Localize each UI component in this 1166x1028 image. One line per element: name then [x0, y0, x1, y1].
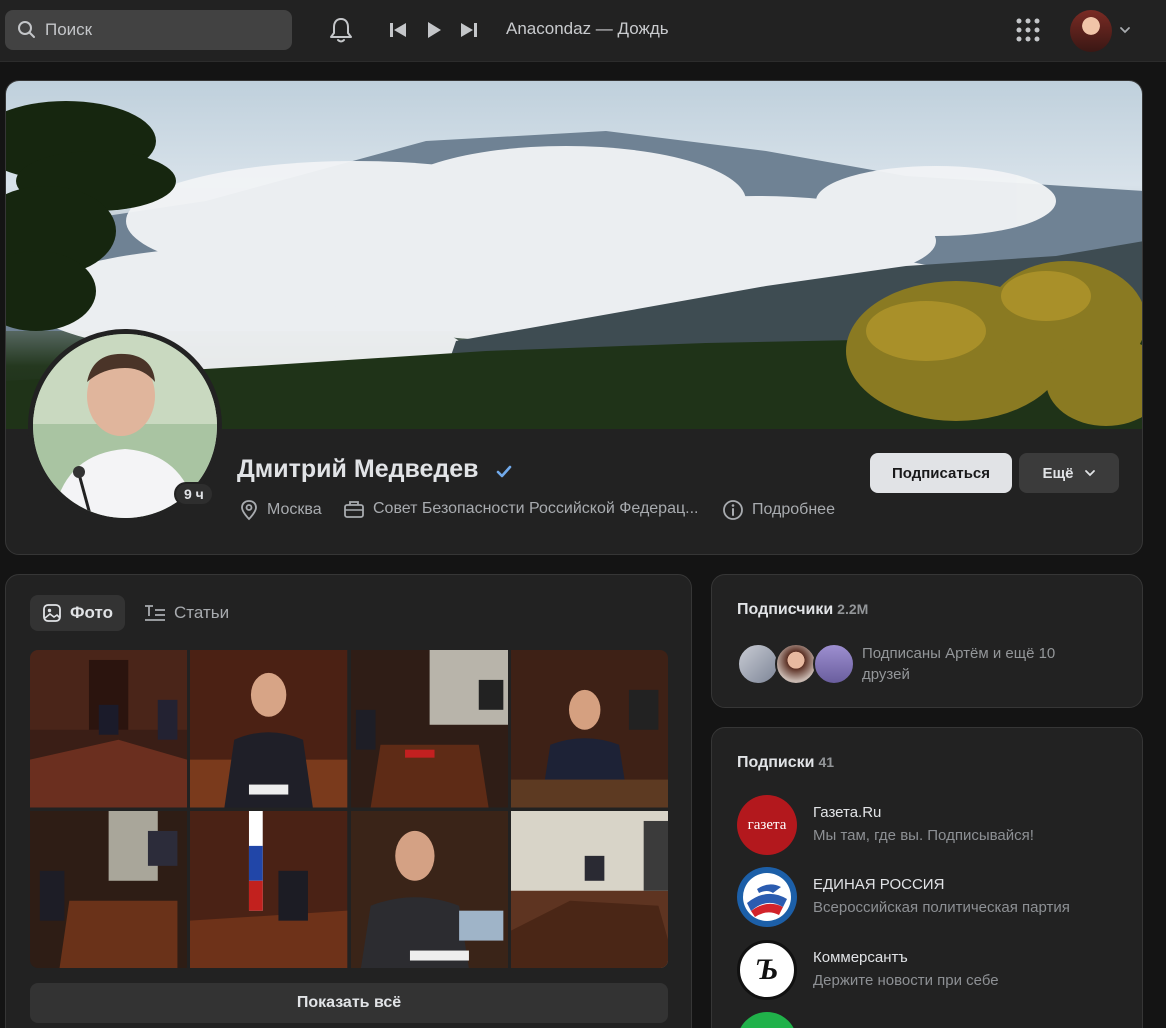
- photo-thumbnail[interactable]: [350, 810, 508, 968]
- friends-subscribed-text: Подписаны Артём и ещё 10 друзей: [862, 645, 1056, 683]
- show-all-button[interactable]: Показать всё: [30, 983, 668, 1023]
- subscription-name: Коммерсантъ: [813, 949, 908, 966]
- tab-photos-label: Фото: [70, 603, 113, 622]
- now-playing-track[interactable]: Anacondaz — Дождь: [506, 19, 669, 39]
- image-icon: [43, 604, 61, 622]
- photo-thumbnail[interactable]: [350, 650, 508, 808]
- profile-card: 9 ч Дмитрий Медведев Москва Совет Безопа…: [5, 80, 1143, 555]
- photo-thumbnail[interactable]: [30, 650, 188, 808]
- followers-card[interactable]: Подписчики 2.2M Подписаны Артём и ещё 10 …: [711, 574, 1143, 708]
- subscriptions-count: 41: [818, 754, 835, 770]
- photo-thumbnail[interactable]: [190, 650, 348, 808]
- profile-details-link[interactable]: Подробнее: [722, 499, 835, 521]
- photo-thumbnail[interactable]: [510, 810, 668, 968]
- profile-city[interactable]: Москва: [239, 499, 322, 521]
- subscription-desc: Всероссийская политическая партия: [813, 899, 1070, 916]
- location-pin-icon: [241, 500, 257, 521]
- photo-thumbnail[interactable]: [190, 810, 348, 968]
- photo-thumbnail[interactable]: [30, 810, 188, 968]
- subscriptions-title[interactable]: Подписки 41: [737, 754, 834, 772]
- gazeta-logo-text: газета: [747, 816, 787, 833]
- search-input[interactable]: [45, 20, 265, 40]
- avatar: [737, 643, 779, 685]
- subscriptions-title-label: Подписки: [737, 754, 815, 771]
- subscription-name: Газета.Ru: [813, 804, 882, 821]
- photo-grid: [30, 650, 668, 968]
- united-russia-logo: [737, 867, 797, 927]
- subscription-desc: Мы там, где вы. Подписывайся!: [813, 827, 1034, 844]
- followers-title-label: Подписчики: [737, 601, 834, 618]
- profile-name: Дмитрий Медведев: [237, 455, 479, 483]
- subscription-item[interactable]: ЕДИНАЯ РОССИЯ Всероссийская политическая…: [737, 867, 1127, 929]
- avatar: [813, 643, 855, 685]
- previous-icon[interactable]: [389, 21, 407, 39]
- subscription-desc: Держите новости при себе: [813, 972, 999, 989]
- subscriptions-card: Подписки 41 газета Газета.Ru Мы там, где …: [711, 727, 1143, 1028]
- tab-articles[interactable]: Статьи: [132, 595, 241, 631]
- photo-thumbnail[interactable]: [510, 650, 668, 808]
- city-label: Москва: [267, 501, 322, 518]
- subscription-name: ЕДИНАЯ РОССИЯ: [813, 876, 945, 893]
- avatar: [775, 643, 817, 685]
- media-card: Фото Статьи Показать всё: [5, 574, 692, 1028]
- briefcase-icon: [344, 501, 364, 518]
- kommersant-logo: Ъ: [737, 940, 797, 1000]
- followers-count: 2.2M: [837, 601, 869, 617]
- more-button[interactable]: Ещё: [1019, 453, 1119, 493]
- subscription-item[interactable]: Ъ Коммерсантъ Держите новости при себе: [737, 940, 1127, 1002]
- more-label: Ещё: [1042, 464, 1074, 482]
- verified-check-icon: [496, 465, 512, 478]
- tab-articles-label: Статьи: [174, 603, 230, 622]
- chevron-down-icon: [1084, 470, 1095, 477]
- chevron-down-icon[interactable]: [1119, 25, 1131, 35]
- search-box[interactable]: [5, 10, 292, 50]
- profile-work[interactable]: Совет Безопасности Российской Федерац...: [343, 499, 698, 519]
- details-label: Подробнее: [752, 501, 835, 518]
- subscription-item[interactable]: [737, 1012, 1127, 1028]
- channel-logo: [737, 1012, 797, 1028]
- play-icon[interactable]: [426, 21, 442, 39]
- article-icon: [145, 605, 165, 621]
- friend-avatars: [737, 643, 857, 685]
- kommersant-logo-text: Ъ: [755, 953, 779, 986]
- gazeta-logo: газета: [737, 795, 797, 855]
- tab-photos[interactable]: Фото: [30, 595, 125, 631]
- subscription-item[interactable]: газета Газета.Ru Мы там, где вы. Подписы…: [737, 795, 1127, 857]
- user-avatar[interactable]: [1070, 10, 1112, 52]
- next-icon[interactable]: [460, 21, 478, 39]
- subscribe-button[interactable]: Подписаться: [870, 453, 1012, 493]
- info-icon: [723, 500, 743, 520]
- online-time-badge: 9 ч: [174, 482, 214, 506]
- bell-icon[interactable]: [328, 16, 354, 44]
- top-bar: Anacondaz — Дождь: [0, 0, 1166, 62]
- apps-grid-icon[interactable]: [1016, 18, 1040, 42]
- followers-title: Подписчики 2.2M: [737, 601, 868, 619]
- work-label: Совет Безопасности Российской Федерац...: [373, 500, 699, 517]
- search-icon: [18, 21, 35, 38]
